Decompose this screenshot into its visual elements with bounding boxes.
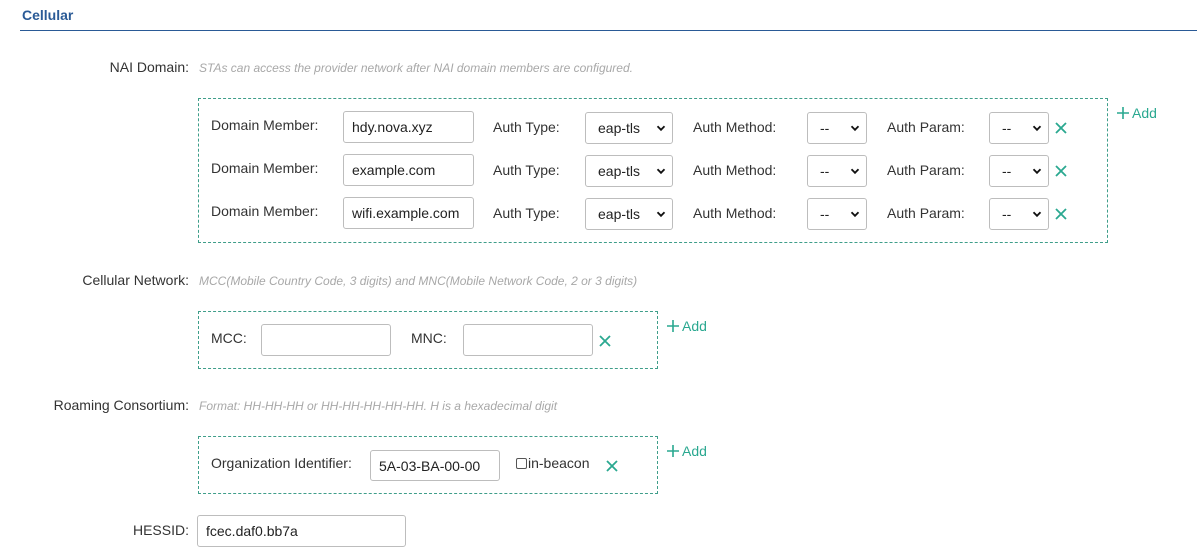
chevron-down-icon	[1032, 168, 1042, 175]
roaming-add-label: Add	[682, 443, 707, 459]
domain-member-input[interactable]	[343, 111, 474, 143]
domain-member-label: Domain Member:	[211, 117, 319, 133]
roaming-consortium-hint: Format: HH-HH-HH or HH-HH-HH-HH-HH. H is…	[199, 399, 558, 413]
auth-type-select[interactable]: eap-tls	[585, 112, 673, 144]
plus-icon	[1117, 107, 1129, 119]
auth-method-select[interactable]: --	[807, 198, 867, 230]
auth-type-select[interactable]: eap-tls	[585, 198, 673, 230]
plus-icon	[667, 445, 679, 457]
section-title: Cellular	[22, 7, 74, 23]
plus-icon	[667, 320, 679, 332]
in-beacon-checkbox[interactable]	[516, 457, 527, 469]
auth-param-value: --	[1002, 206, 1012, 222]
auth-type-value: eap-tls	[598, 163, 641, 179]
chevron-down-icon	[1032, 125, 1042, 132]
auth-param-label: Auth Param:	[887, 119, 965, 135]
auth-method-label: Auth Method:	[693, 162, 777, 178]
auth-type-label: Auth Type:	[493, 205, 560, 221]
cellular-add-button[interactable]: Add	[666, 318, 707, 334]
organization-identifier-input[interactable]	[370, 450, 500, 481]
hessid-input[interactable]	[197, 515, 406, 547]
chevron-down-icon	[850, 125, 860, 132]
auth-method-label: Auth Method:	[693, 119, 777, 135]
auth-param-value: --	[1002, 120, 1012, 136]
nai-add-label: Add	[1132, 105, 1157, 121]
auth-param-value: --	[1002, 163, 1012, 179]
auth-method-value: --	[820, 163, 830, 179]
mnc-label: MNC:	[411, 330, 447, 346]
cellular-network-hint: MCC(Mobile Country Code, 3 digits) and M…	[199, 274, 638, 288]
in-beacon-label: in-beacon	[528, 455, 590, 471]
close-icon[interactable]	[1054, 121, 1068, 135]
in-beacon-option[interactable]: in-beacon	[516, 455, 590, 471]
cellular-add-label: Add	[682, 318, 707, 334]
nai-domain-label: NAI Domain:	[109, 59, 189, 75]
domain-member-label: Domain Member:	[211, 160, 319, 176]
auth-type-value: eap-tls	[598, 120, 641, 136]
auth-type-select[interactable]: eap-tls	[585, 155, 673, 187]
auth-type-value: eap-tls	[598, 206, 641, 222]
mnc-input[interactable]	[463, 324, 593, 356]
auth-method-select[interactable]: --	[807, 155, 867, 187]
mcc-input[interactable]	[261, 324, 391, 356]
hessid-label: HESSID:	[132, 522, 189, 538]
auth-type-label: Auth Type:	[493, 119, 560, 135]
auth-param-select[interactable]: --	[989, 112, 1049, 144]
nai-add-button[interactable]: Add	[1116, 105, 1157, 121]
roaming-consortium-label: Roaming Consortium:	[53, 397, 189, 413]
close-icon[interactable]	[598, 334, 612, 348]
auth-param-label: Auth Param:	[887, 162, 965, 178]
chevron-down-icon	[850, 211, 860, 218]
chevron-down-icon	[1032, 211, 1042, 218]
auth-param-label: Auth Param:	[887, 205, 965, 221]
chevron-down-icon	[656, 211, 666, 218]
section-divider	[20, 30, 1197, 31]
mcc-label: MCC:	[211, 330, 247, 346]
auth-method-label: Auth Method:	[693, 205, 777, 221]
close-icon[interactable]	[1054, 164, 1068, 178]
auth-method-value: --	[820, 120, 830, 136]
auth-method-value: --	[820, 206, 830, 222]
chevron-down-icon	[850, 168, 860, 175]
auth-param-select[interactable]: --	[989, 198, 1049, 230]
close-icon[interactable]	[605, 459, 619, 473]
nai-domain-hint: STAs can access the provider network aft…	[199, 61, 633, 75]
domain-member-input[interactable]	[343, 154, 474, 186]
organization-identifier-label: Organization Identifier:	[211, 455, 352, 471]
roaming-add-button[interactable]: Add	[666, 443, 707, 459]
cellular-network-label: Cellular Network:	[82, 272, 189, 288]
domain-member-label: Domain Member:	[211, 203, 319, 219]
chevron-down-icon	[656, 168, 666, 175]
auth-type-label: Auth Type:	[493, 162, 560, 178]
chevron-down-icon	[656, 125, 666, 132]
auth-method-select[interactable]: --	[807, 112, 867, 144]
auth-param-select[interactable]: --	[989, 155, 1049, 187]
close-icon[interactable]	[1054, 207, 1068, 221]
domain-member-input[interactable]	[343, 197, 474, 229]
